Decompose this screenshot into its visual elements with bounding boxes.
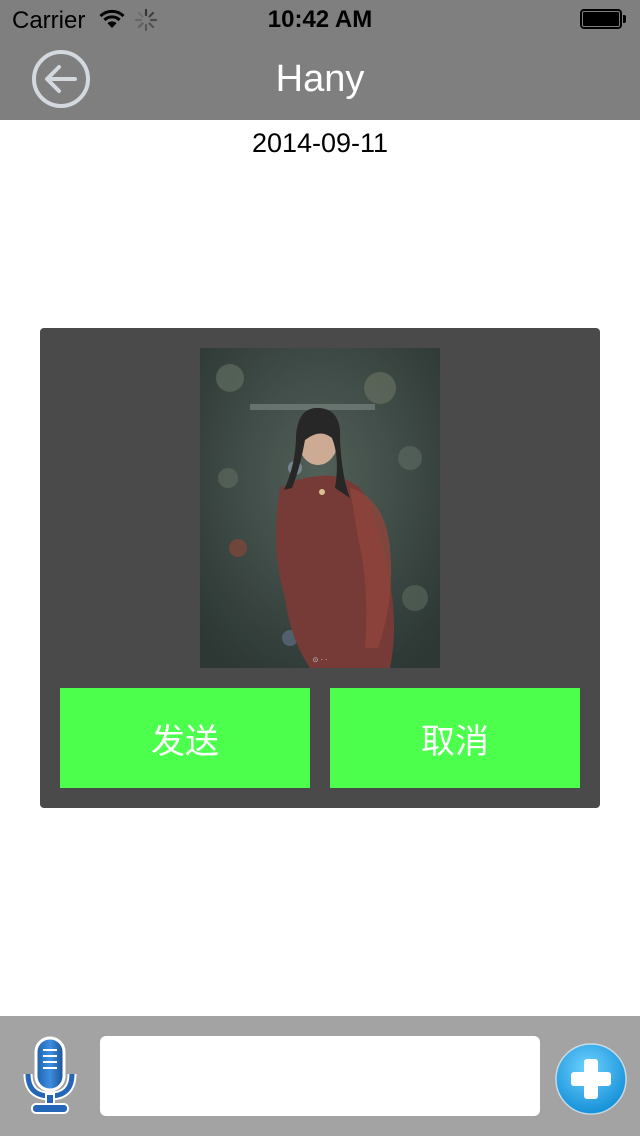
microphone-icon — [23, 1036, 77, 1114]
input-bar — [0, 1016, 640, 1136]
send-button[interactable]: 发送 — [60, 688, 310, 788]
navigation-bar: Carrier 10:42 AM Hany — [0, 0, 640, 120]
status-time: 10:42 AM — [267, 6, 373, 33]
cancel-button[interactable]: 取消 — [330, 688, 580, 788]
image-preview: ⊙ · · — [200, 348, 440, 668]
add-button[interactable] — [554, 1042, 628, 1116]
battery-icon — [580, 9, 626, 31]
chat-date: 2014-09-11 — [251, 128, 389, 158]
plus-circle-icon — [555, 1043, 627, 1115]
page-title: Hany — [275, 58, 365, 100]
message-input[interactable] — [100, 1036, 540, 1116]
status-bar: Carrier 10:42 AM — [0, 0, 640, 40]
image-send-dialog: ⊙ · · 发送 取消 — [40, 328, 600, 808]
voice-button[interactable] — [22, 1036, 78, 1116]
